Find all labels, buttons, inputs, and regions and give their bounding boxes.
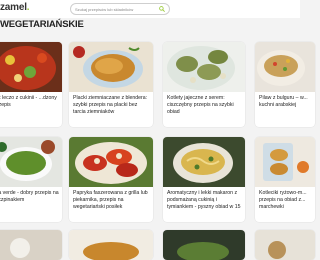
recipe-image-salsa-verde[interactable]: [0, 137, 62, 187]
recipe-image-leczo[interactable]: [0, 42, 62, 92]
recipe-title[interactable]: Kotlety jajeczne z serem: ciszczębny prz…: [167, 95, 242, 116]
recipe-title[interactable]: łeć leczo z cukinii - ...dzony przepis: [0, 95, 59, 109]
recipe-title[interactable]: Pilaw z bulguru – w... kuchni arabskiej: [259, 95, 312, 109]
page-title: WEGETARIAŃSKIE: [0, 19, 84, 30]
recipe-title[interactable]: Papryka faszerowana z grilla lub piekarn…: [73, 190, 150, 211]
recipe-card-6[interactable]: Papryka faszerowana z grilla lub piekarn…: [69, 137, 153, 222]
search-box[interactable]: [70, 3, 170, 15]
recipe-card-11[interactable]: [163, 230, 245, 260]
recipe-title[interactable]: Placki ziemniaczane z blendera: szybki p…: [73, 95, 150, 116]
recipe-image-12[interactable]: [255, 230, 315, 260]
recipe-card-7[interactable]: Aromatyczny i lekki makaron z podsmażaną…: [163, 137, 245, 222]
recipe-card-1[interactable]: łeć leczo z cukinii - ...dzony przepis: [0, 42, 62, 127]
logo-dot: .: [26, 2, 30, 13]
recipe-image-placki[interactable]: [69, 42, 153, 92]
recipe-title[interactable]: Aromatyczny i lekki makaron z podsmażaną…: [167, 190, 242, 211]
recipe-image-pilaw[interactable]: [255, 42, 315, 92]
top-header: zamel.: [0, 0, 300, 18]
recipe-card-5[interactable]: ...a verde - dobry przepis na ...czpinak…: [0, 137, 62, 222]
recipe-image-makaron-z-cukinia[interactable]: [163, 137, 245, 187]
recipe-card-12[interactable]: [255, 230, 315, 260]
recipe-image-9[interactable]: [0, 230, 62, 260]
recipe-card-10[interactable]: [69, 230, 153, 260]
site-logo[interactable]: zamel.: [0, 2, 30, 13]
recipe-card-3[interactable]: Kotlety jajeczne z serem: ciszczębny prz…: [163, 42, 245, 127]
recipe-image-10[interactable]: [69, 230, 153, 260]
search-input[interactable]: [75, 4, 157, 14]
recipe-card-2[interactable]: Placki ziemniaczane z blendera: szybki p…: [69, 42, 153, 127]
recipe-image-kotlety-jajeczne[interactable]: [163, 42, 245, 92]
recipe-title[interactable]: Kotleciki ryżowo-m... przepis na obiad z…: [259, 190, 312, 211]
recipe-card-9[interactable]: [0, 230, 62, 260]
recipe-card-8[interactable]: Kotleciki ryżowo-m... przepis na obiad z…: [255, 137, 315, 222]
recipe-image-11[interactable]: [163, 230, 245, 260]
logo-text: zamel: [0, 2, 27, 13]
recipe-card-4[interactable]: Pilaw z bulguru – w... kuchni arabskiej: [255, 42, 315, 127]
recipe-image-papryka-faszerowana[interactable]: [69, 137, 153, 187]
search-icon[interactable]: [159, 6, 165, 12]
recipe-image-kotleciki-ryzowe[interactable]: [255, 137, 315, 187]
recipe-title[interactable]: ...a verde - dobry przepis na ...czpinak…: [0, 190, 59, 204]
